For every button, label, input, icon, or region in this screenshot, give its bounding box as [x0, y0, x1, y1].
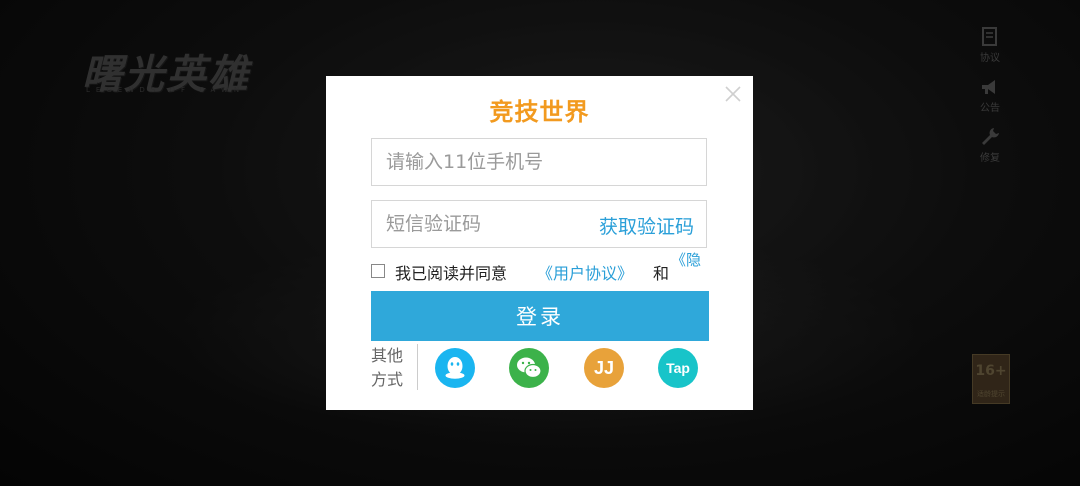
- agreement-row: 我已阅读并同意 《用户协议》 和 《隐: [371, 251, 711, 286]
- taptap-login-button[interactable]: Tap: [658, 348, 698, 388]
- taptap-icon: Tap: [658, 348, 698, 388]
- login-button[interactable]: 登录: [371, 291, 709, 341]
- login-dialog: 竞技世界 获取验证码 我已阅读并同意 《用户协议》 和 《隐 登录 其他方式: [326, 76, 753, 410]
- qq-login-button[interactable]: [435, 348, 475, 388]
- other-methods-label: 其他方式: [371, 346, 404, 389]
- jj-login-button[interactable]: JJ: [584, 348, 624, 388]
- get-code-button[interactable]: 获取验证码: [599, 212, 694, 239]
- privacy-policy-link[interactable]: 《隐: [671, 250, 701, 270]
- qq-icon: [435, 348, 475, 388]
- phone-field: [371, 138, 707, 186]
- wechat-icon: [509, 348, 549, 388]
- wechat-login-button[interactable]: [509, 348, 549, 388]
- svg-text:JJ: JJ: [594, 358, 614, 378]
- jj-icon: JJ: [584, 348, 624, 388]
- user-agreement-link[interactable]: 《用户协议》: [537, 260, 633, 284]
- agree-checkbox[interactable]: [371, 264, 385, 278]
- brand-logo: 竞技世界: [489, 98, 590, 126]
- svg-text:Tap: Tap: [666, 360, 690, 376]
- sms-code-input[interactable]: [386, 201, 586, 247]
- agree-text: 我已阅读并同意: [395, 264, 508, 283]
- phone-input[interactable]: [386, 139, 686, 185]
- divider: [417, 344, 418, 390]
- code-field: 获取验证码: [371, 200, 707, 248]
- agree-and-text: 和: [653, 264, 670, 283]
